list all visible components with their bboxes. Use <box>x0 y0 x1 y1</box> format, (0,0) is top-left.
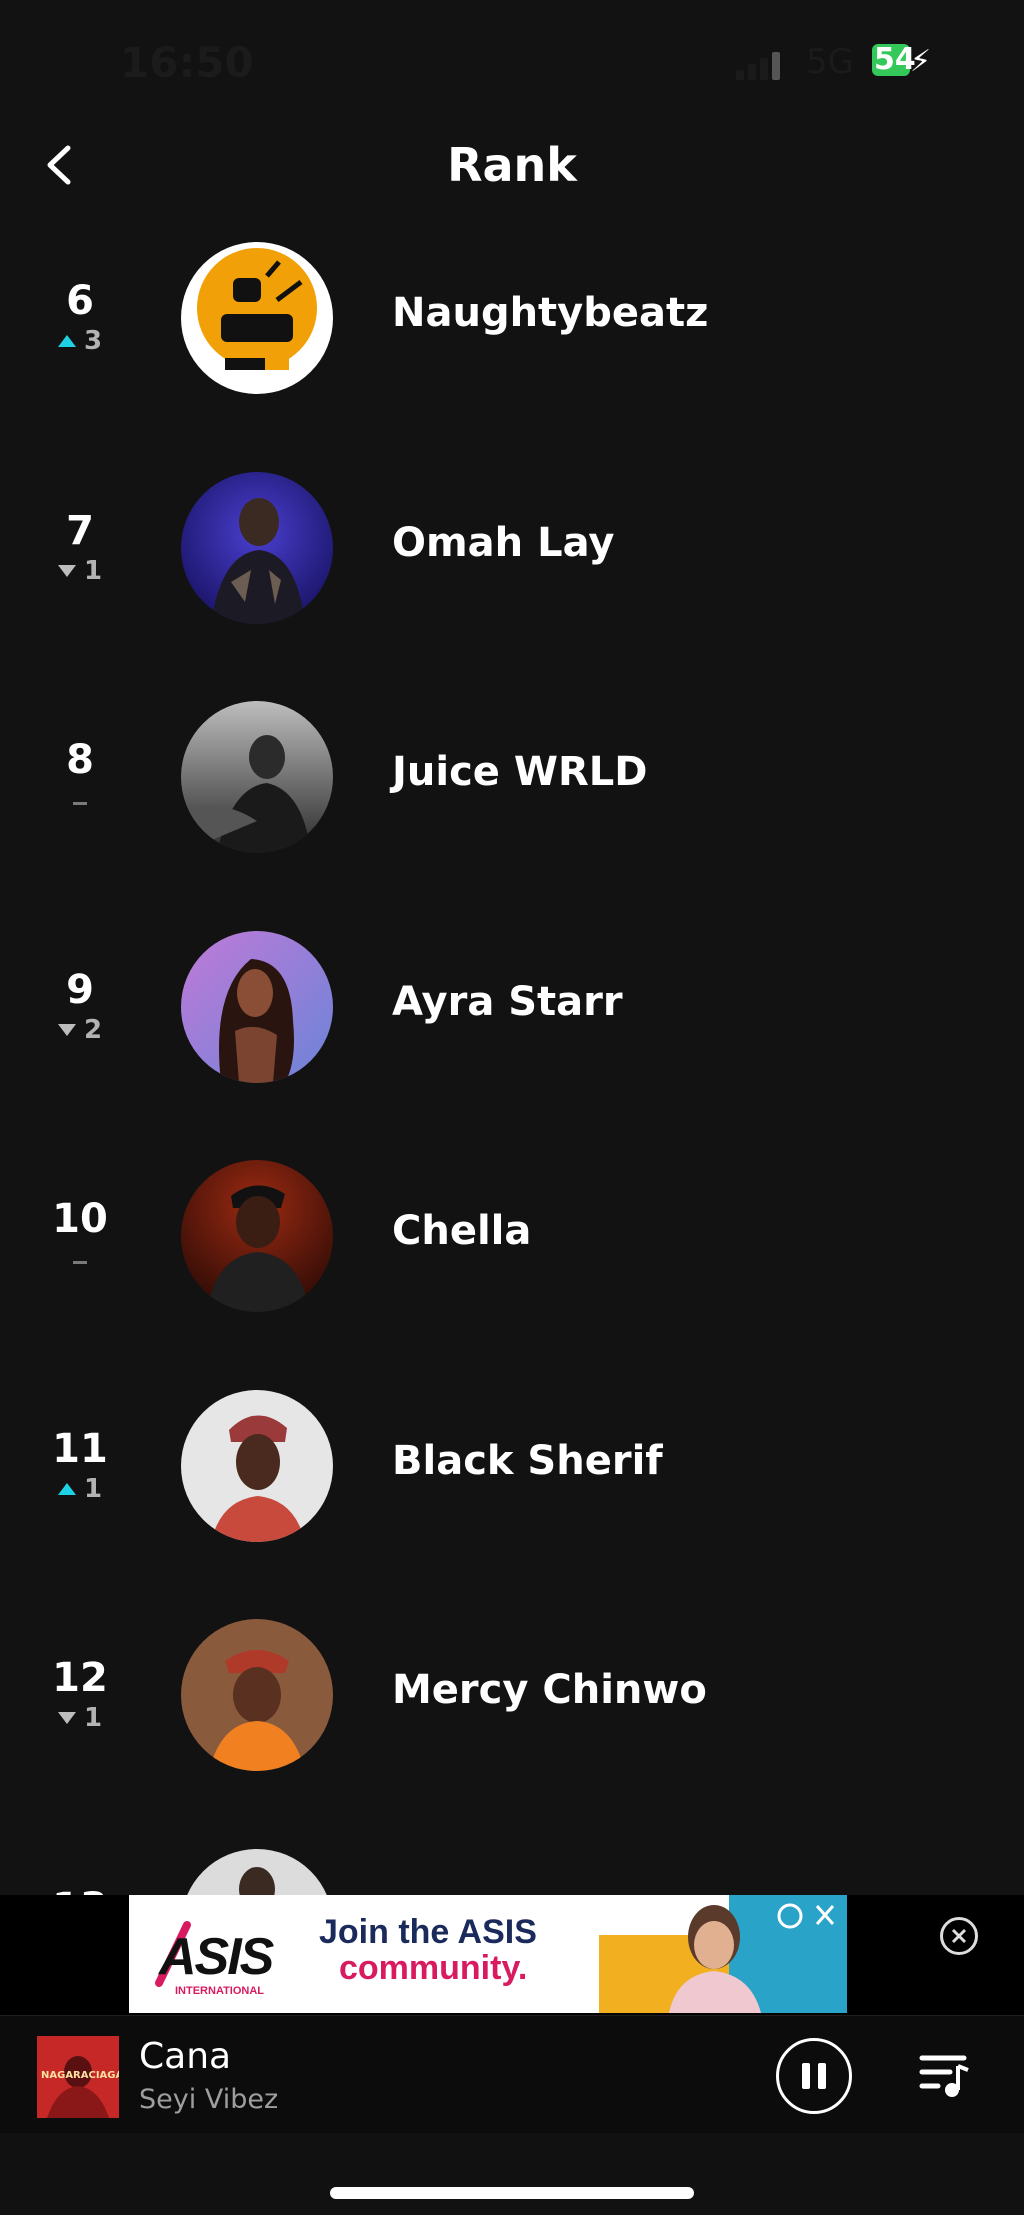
rank-position: 12 1 <box>40 1655 120 1733</box>
rank-change <box>40 1244 120 1274</box>
rank-change-value: 1 <box>83 1473 103 1504</box>
trend-down-icon <box>57 1712 76 1724</box>
album-art[interactable]: NAGARACIAGA <box>37 2036 119 2118</box>
artist-photo <box>181 471 333 624</box>
network-label: 5G <box>806 42 854 82</box>
ad-subline: community. <box>339 1949 528 1987</box>
rank-row[interactable]: 9 2 Ayra Starr <box>0 919 1024 1149</box>
rank-number: 8 <box>66 737 94 783</box>
trend-down-icon <box>57 1023 76 1036</box>
artist-photo <box>181 701 333 853</box>
artist-name[interactable]: Ayra Starr <box>392 979 623 1025</box>
rank-change: 1 <box>40 1703 120 1733</box>
rank-position: 11 1 <box>40 1426 120 1504</box>
rank-position: 13 <box>40 1885 120 1896</box>
rank-position: 7 1 <box>40 508 120 586</box>
home-area <box>0 2133 1024 2215</box>
ad-headline: Join the ASIS <box>319 1913 537 1951</box>
rank-change: 1 <box>40 1474 120 1504</box>
rank-row[interactable]: 7 1 Omah Lay <box>0 460 1024 690</box>
rank-row[interactable]: 11 1 Black Sherif <box>0 1378 1024 1608</box>
ad-banner[interactable]: ASIS INTERNATIONAL Join the ASIS communi… <box>129 1895 847 2013</box>
signal-icon <box>736 50 784 80</box>
ad-close-icon[interactable] <box>940 1917 978 1955</box>
ad-brand: ASIS <box>159 1928 274 1986</box>
rank-number: 6 <box>66 278 94 324</box>
mini-player[interactable]: NAGARACIAGA Cana Seyi Vibez <box>0 2015 1024 2134</box>
rank-number: 10 <box>52 1196 108 1242</box>
rank-position: 9 2 <box>40 967 120 1045</box>
artist-photo <box>181 930 333 1083</box>
rank-change: 3 <box>40 326 120 356</box>
rank-list: 6 3 Naughtybeatz 7 1 Omah Lay 8 Juice WR… <box>0 230 1024 1895</box>
rank-row[interactable]: 10 Chella <box>0 1148 1024 1378</box>
trend-up-icon <box>57 1482 76 1495</box>
artist-name[interactable]: Juice WRLD <box>392 749 647 795</box>
trend-unchanged-icon <box>73 801 87 805</box>
avatar[interactable] <box>181 1619 333 1771</box>
rank-change: 1 <box>40 556 120 586</box>
rank-change: 2 <box>40 1015 120 1045</box>
avatar[interactable] <box>181 242 333 394</box>
avatar[interactable] <box>181 1848 333 1895</box>
naughtybeatz-logo <box>181 242 333 394</box>
rank-row[interactable]: 13 <box>0 1837 1024 1896</box>
rank-number: 9 <box>66 966 94 1013</box>
artist-name[interactable]: Naughtybeatz <box>392 290 708 336</box>
pause-button[interactable] <box>776 2038 852 2114</box>
artist-photo <box>181 1160 333 1312</box>
artist-name[interactable]: Chella <box>392 1208 531 1254</box>
status-time: 16:50 <box>120 38 254 87</box>
charging-icon: ⚡ <box>910 44 932 79</box>
song-artist[interactable]: Seyi Vibez <box>139 2084 278 2115</box>
page-title: Rank <box>447 138 577 192</box>
artist-photo <box>181 1389 333 1542</box>
rank-position: 10 <box>40 1196 120 1274</box>
trend-down-icon <box>57 564 76 577</box>
rank-change-value: 1 <box>83 1703 103 1733</box>
avatar[interactable] <box>181 701 333 853</box>
rank-position: 6 3 <box>40 278 120 356</box>
rank-number: 13 <box>40 1885 120 1896</box>
queue-icon[interactable] <box>918 2050 970 2100</box>
battery-level: 54 <box>872 42 916 77</box>
artist-name[interactable]: Omah Lay <box>392 520 614 566</box>
avatar[interactable] <box>181 1389 333 1542</box>
rank-change-value: 1 <box>83 555 103 586</box>
avatar[interactable] <box>181 471 333 624</box>
rank-change <box>40 785 120 815</box>
rank-change-value: 2 <box>83 1014 103 1045</box>
rank-change-value: 3 <box>83 326 103 356</box>
rank-row[interactable]: 8 Juice WRLD <box>0 689 1024 919</box>
rank-position: 8 <box>40 737 120 815</box>
ad-area: ASIS INTERNATIONAL Join the ASIS communi… <box>0 1895 1024 2015</box>
trend-up-icon <box>57 335 76 347</box>
rank-number: 12 <box>52 1655 108 1701</box>
home-indicator[interactable] <box>330 2187 694 2199</box>
artist-photo <box>181 1619 333 1771</box>
rank-row[interactable]: 6 3 Naughtybeatz <box>0 230 1024 460</box>
album-art-text: NAGARACIAGA <box>41 2070 119 2081</box>
ad-brand-sub: INTERNATIONAL <box>175 1985 265 1997</box>
avatar[interactable] <box>181 930 333 1083</box>
trend-unchanged-icon <box>73 1260 87 1264</box>
artist-name[interactable]: Black Sherif <box>392 1438 663 1484</box>
avatar[interactable] <box>181 1160 333 1312</box>
rank-number: 7 <box>66 507 94 554</box>
header: Rank <box>0 120 1024 210</box>
artist-name[interactable]: Mercy Chinwo <box>392 1667 707 1713</box>
artist-photo <box>181 1848 333 1895</box>
rank-number: 11 <box>52 1425 108 1472</box>
song-title[interactable]: Cana <box>139 2036 231 2077</box>
status-bar: 16:50 5G 54 ⚡ <box>0 0 1024 120</box>
rank-row[interactable]: 12 1 Mercy Chinwo <box>0 1607 1024 1837</box>
